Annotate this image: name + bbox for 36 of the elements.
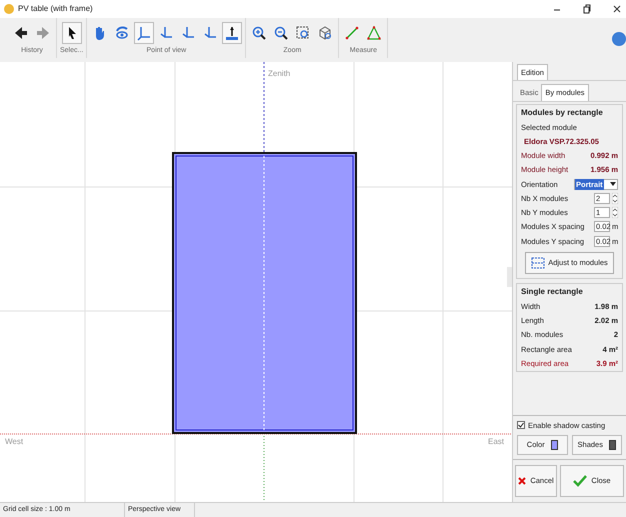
back-arrow-icon bbox=[13, 25, 29, 41]
axes-icon bbox=[180, 25, 196, 41]
app-icon bbox=[4, 4, 14, 14]
restore-icon[interactable] bbox=[582, 4, 592, 14]
zoom-out-icon bbox=[273, 25, 290, 41]
checkmark-icon bbox=[573, 475, 588, 487]
help-icon[interactable] bbox=[612, 32, 626, 46]
panel-collapse-handle[interactable] bbox=[507, 267, 512, 287]
checkmark-icon bbox=[518, 422, 524, 428]
toolbar-button[interactable] bbox=[222, 22, 242, 44]
toolbar-button[interactable] bbox=[62, 22, 82, 44]
axes-icon bbox=[202, 25, 218, 41]
pv-table[interactable] bbox=[172, 152, 357, 434]
frame-icon bbox=[531, 256, 546, 269]
spinner-icon[interactable] bbox=[612, 207, 618, 218]
checkbox[interactable] bbox=[517, 421, 525, 430]
top-view-icon bbox=[224, 25, 240, 41]
measure-line-icon bbox=[344, 25, 360, 41]
zoom-cube-icon bbox=[317, 25, 334, 41]
group-title: Single rectangle bbox=[521, 286, 584, 298]
direction-label: West bbox=[5, 436, 24, 448]
forward-arrow-icon bbox=[35, 25, 51, 41]
group-title: Modules by rectangle bbox=[521, 106, 604, 118]
axes-icon bbox=[158, 25, 174, 41]
axes-icon bbox=[136, 25, 152, 41]
measure-triangle-icon bbox=[366, 25, 382, 41]
eye-orbit-icon bbox=[114, 25, 130, 41]
zoom-box-icon bbox=[295, 25, 312, 41]
window-title: PV table (with frame) bbox=[18, 3, 93, 15]
cross-icon bbox=[518, 477, 526, 485]
spinner-icon[interactable] bbox=[612, 192, 618, 204]
direction-label: Zenith bbox=[268, 68, 290, 80]
zoom-in-icon bbox=[251, 25, 268, 41]
caret-icon bbox=[610, 182, 616, 186]
close-icon[interactable] bbox=[612, 4, 622, 14]
direction-label: East bbox=[488, 436, 504, 448]
